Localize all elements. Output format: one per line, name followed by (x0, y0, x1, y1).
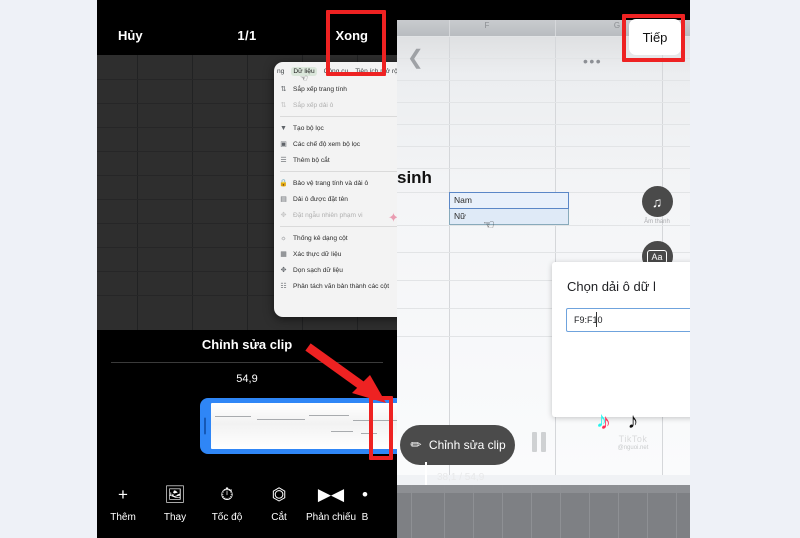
status-bar (397, 0, 690, 20)
menu-item-sort-range: ⇅ Sắp xếp dải ô (274, 97, 397, 113)
replace-image-icon: 🖼 (164, 484, 186, 504)
tiktok-branding: ♪ ♪ ♪ TikTok @nguoi.net (596, 407, 668, 452)
left-phone-screen: Hủy 1/1 Xong ng Dữ liệu Công cụ Tiện ích… (97, 0, 397, 538)
menu-item-label: Dọn sạch dữ liệu (293, 266, 343, 274)
tutorial-screenshot: Hủy 1/1 Xong ng Dữ liệu Công cụ Tiện ích… (0, 0, 800, 538)
range-input[interactable]: F9:F10 (566, 308, 690, 332)
column-stats-icon: ☼ (280, 234, 287, 242)
menu-item-data-cleanup[interactable]: ✥ Dọn sạch dữ liệu (274, 262, 397, 278)
menu-item-column-stats[interactable]: ☼ Thống kê dạng cột (274, 230, 397, 246)
menu-item-label: Thống kê dạng cột (293, 234, 348, 242)
filter-views-icon: ▣ (280, 141, 287, 148)
menubar-item-0[interactable]: ng (277, 68, 284, 75)
menu-item-label: Sắp xếp trang tính (293, 85, 347, 93)
menu-item-sort-sheet[interactable]: ⇅ Sắp xếp trang tính (274, 81, 397, 97)
plus-icon: + (118, 484, 128, 504)
tiktok-username: @nguoi.net (617, 445, 649, 451)
cell-nam[interactable]: Nam (449, 192, 569, 209)
edit-clip-button[interactable]: ✎ Chỉnh sửa clip (400, 425, 515, 465)
cell-nu[interactable]: Nữ (449, 209, 569, 225)
menu-divider (280, 171, 397, 172)
cleanup-icon: ✥ (280, 267, 287, 274)
cell-header-text: sinh (397, 168, 432, 187)
more-icon: • (362, 484, 368, 504)
tiktok-wordmark: TikTok (618, 434, 648, 444)
menu-item-label: Thêm bộ cắt (293, 156, 330, 164)
tool-crop[interactable]: ⏣ Cắt (253, 481, 305, 524)
rail-item-sound[interactable]: ♫ Âm thanh (640, 186, 674, 225)
menu-item-create-filter[interactable]: ▼ Tạo bộ lọc (274, 120, 397, 136)
menu-divider (280, 226, 397, 227)
rail-label: Âm thanh (644, 219, 670, 225)
menu-item-label: Đặt ngẫu nhiên phạm vi (293, 211, 363, 219)
edit-clip-label: Chỉnh sửa clip (428, 437, 506, 452)
menu-item-label: Phân tách văn bản thành các cột (293, 282, 390, 290)
filter-icon: ▼ (280, 124, 287, 132)
menu-item-add-slicer[interactable]: ☰ Thêm bộ cắt (274, 152, 397, 168)
menubar-item-tools[interactable]: Công cụ (324, 68, 349, 75)
menu-item-label: Dải ô được đặt tên (293, 195, 348, 203)
clip-trim-handle-left[interactable] (204, 417, 206, 435)
text-caret (596, 312, 597, 327)
right-phone-screen: F G ❮ ••• sinh Nam Nữ ☜ Tiếp ♫ Âm thanh … (397, 0, 690, 538)
tool-label: Cắt (271, 512, 287, 523)
menu-item-split-text-to-columns[interactable]: ☷ Phân tách văn bản thành các cột (274, 278, 397, 294)
tool-more[interactable]: • B (357, 481, 373, 524)
menu-item-label: Xác thực dữ liệu (293, 250, 342, 258)
menu-item-filter-views[interactable]: ▣ Các chế độ xem bộ lọc (274, 136, 397, 152)
dialog-title: Chọn dải ô dữ l (567, 279, 656, 294)
bottom-timeline[interactable] (397, 485, 690, 538)
menu-item-data-validation[interactable]: ▦ Xác thực dữ liệu (274, 246, 397, 262)
next-button[interactable]: Tiếp (629, 19, 681, 55)
sheets-menu-items: ⇅ Sắp xếp trang tính ⇅ Sắp xếp dải ô ▼ T… (274, 81, 397, 294)
data-validation-icon: ▦ (280, 251, 287, 258)
sort-icon: ⇅ (280, 86, 287, 93)
tool-label: Tốc độ (211, 512, 243, 523)
menu-item-label: Bảo vệ trang tính và dải ô (293, 179, 369, 187)
shuffle-icon: ✥ (280, 212, 287, 219)
menu-item-protect-sheet[interactable]: 🔒 Bảo vệ trang tính và dải ô (274, 175, 397, 191)
tool-label: Phản chiếu (305, 512, 357, 523)
range-selection-dialog: Chọn dải ô dữ l F9:F10 (552, 262, 690, 417)
menu-item-randomize-range: ✥ Đặt ngẫu nhiên phạm vi (274, 207, 397, 223)
pencil-icon: ✎ (406, 435, 426, 454)
menu-item-named-ranges[interactable]: ▤ Dải ô được đặt tên (274, 191, 397, 207)
speed-icon: ⏱ (220, 484, 234, 504)
tool-add[interactable]: + Thêm (97, 481, 149, 524)
menu-divider (280, 116, 397, 117)
menu-item-label: Các chế độ xem bộ lọc (293, 140, 361, 148)
column-header-f[interactable]: F (467, 21, 507, 30)
menu-item-label: Tạo bộ lọc (293, 124, 324, 132)
split-text-icon: ☷ (280, 283, 287, 290)
sheets-data-menu[interactable]: ng Dữ liệu Công cụ Tiện ích mở rộng ☜ ⇅ … (274, 62, 397, 317)
slicer-icon: ☰ (280, 157, 287, 164)
tool-mirror[interactable]: ▶◀ Phản chiếu (305, 481, 357, 524)
tool-label: Thêm (110, 512, 136, 523)
tool-label: Thay (163, 512, 187, 523)
tool-label: B (361, 512, 369, 523)
sort-icon: ⇅ (280, 102, 287, 109)
menubar-item-extensions[interactable]: Tiện ích mở rộng (355, 68, 397, 75)
crop-icon: ⏣ (271, 484, 287, 504)
back-button[interactable]: ❮ (407, 48, 424, 68)
tiktok-note-icon: ♪ ♪ ♪ (596, 407, 639, 434)
editor-toolbar: + Thêm 🖼 Thay ⏱ Tốc độ ⏣ Cắt ▶◀ Phản chi… (97, 466, 397, 538)
sheets-menubar: ng Dữ liệu Công cụ Tiện ích mở rộng (274, 62, 397, 81)
tool-replace[interactable]: 🖼 Thay (149, 481, 201, 524)
playback-timecode: 38,1 / 54,9 (437, 472, 485, 483)
pause-icon[interactable] (532, 432, 546, 452)
red-arrow-annotation (305, 343, 386, 403)
lock-icon: 🔒 (279, 180, 288, 187)
mouse-cursor-icon: ☜ (483, 217, 495, 232)
mirror-icon: ▶◀ (317, 484, 345, 504)
named-range-icon: ▤ (280, 196, 287, 203)
music-note-icon: ♫ (641, 186, 673, 217)
watermark-icon: ✦ (388, 210, 397, 225)
tool-speed[interactable]: ⏱ Tốc độ (201, 481, 253, 524)
more-options-button[interactable]: ••• (583, 54, 602, 68)
done-button[interactable]: Xong (336, 28, 369, 43)
menu-item-label: Sắp xếp dải ô (293, 101, 334, 109)
